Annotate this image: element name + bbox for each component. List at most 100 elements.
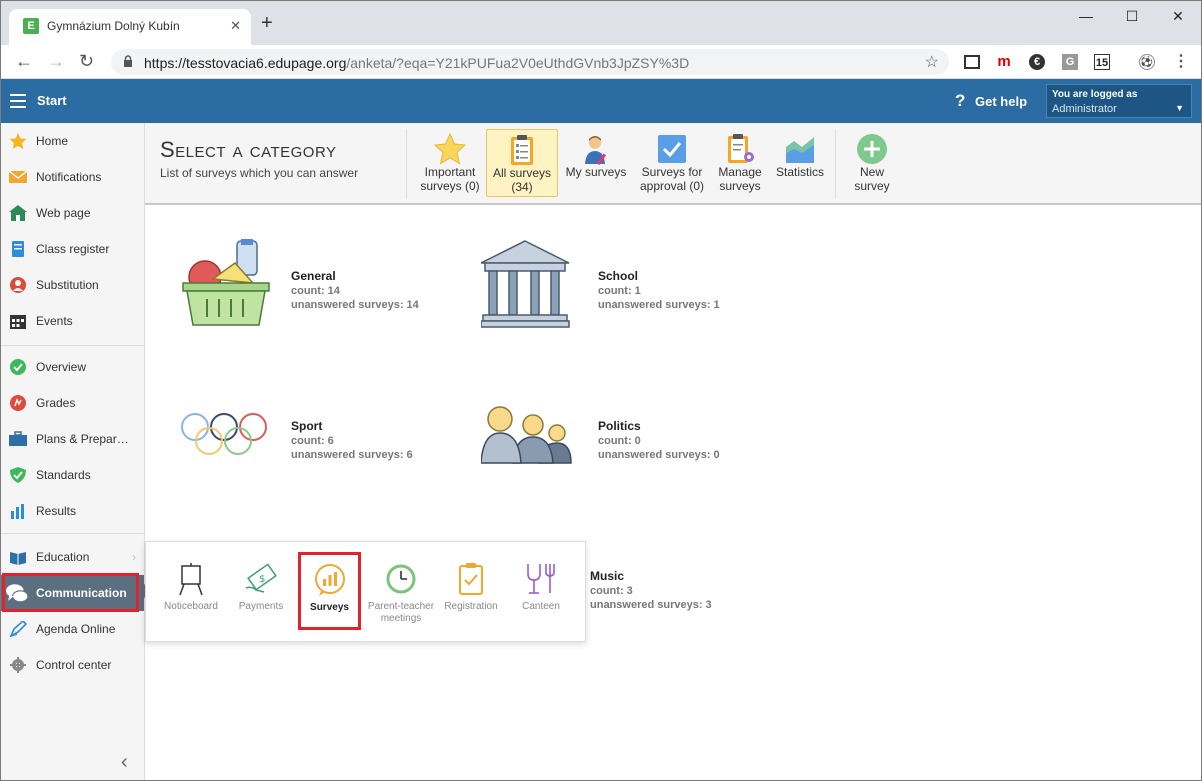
sidebar-item-label: Overview [36,360,87,374]
address-bar[interactable]: https://tesstovacia6.edupage.org/anketa/… [111,49,949,75]
toolbar-label: New [859,165,884,179]
clock-icon [386,564,416,594]
sidebar-item-control-center[interactable]: Control center [1,647,144,683]
category-politics[interactable]: Politics count: 0 unanswered surveys: 0 [481,389,781,485]
user-dropdown[interactable]: You are logged as Administrator ▼ [1046,84,1192,118]
toolbar-label: All surveys [492,166,551,180]
url-host: https://tesstovacia6.edupage.org [144,55,347,71]
edupage-favicon-icon: E [23,18,39,34]
get-help-link[interactable]: Get help [975,94,1027,109]
browser-window: E Gymnázium Dolný Kubín ✕ + — ☐ ✕ ← → ↻ … [0,0,1202,781]
communication-submenu: Noticeboard $ Payments Surveys Parent-te… [145,541,586,642]
clipboard-icon [511,135,533,165]
tab-close-icon[interactable]: ✕ [230,18,241,34]
all-surveys-button[interactable]: All surveys (34) [486,129,558,197]
maximize-icon[interactable]: ☐ [1109,5,1155,27]
open-book-icon [10,552,26,565]
category-general[interactable]: General count: 14 unanswered surveys: 14 [181,239,481,335]
category-count: count: 3 [590,585,633,597]
screenshot-extension-icon[interactable] [964,55,980,69]
my-surveys-button[interactable]: My surveys [561,129,631,197]
sidebar-item-standards[interactable]: Standards [1,457,144,493]
toolbar-label: Important [424,165,476,179]
extension-g-icon[interactable]: G [1062,54,1078,70]
browser-menu-icon[interactable]: ⋮ [1173,54,1189,70]
star-icon [434,133,466,165]
hamburger-menu-icon[interactable] [10,94,26,108]
sidebar-item-events[interactable]: Events [1,303,144,339]
collapse-sidebar-icon[interactable]: ‹ [121,751,128,774]
category-school[interactable]: School count: 1 unanswered surveys: 1 [481,239,781,335]
book-icon [12,241,24,257]
question-icon[interactable]: ? [955,91,965,111]
sidebar-item-home[interactable]: Home [1,123,144,159]
category-unanswered: unanswered surveys: 6 [291,449,413,461]
sidebar-item-notifications[interactable]: Notifications [1,159,144,195]
toolbar-label: survey [854,179,890,193]
sidebar-item-web-page[interactable]: Web page [1,195,144,231]
star-icon [9,133,27,149]
sidebar-item-education[interactable]: Education › [1,539,144,575]
sidebar-item-substitution[interactable]: Substitution [1,267,144,303]
sidebar-item-label: Web page [36,206,91,220]
reload-icon[interactable]: ↻ [79,51,94,71]
toolbar-label: Surveys for [641,165,703,179]
submenu-label: Canteen [522,601,560,612]
manage-surveys-button[interactable]: Manage surveys [713,129,767,197]
sidebar-item-plans[interactable]: Plans & Prepar… [1,421,144,457]
submenu-noticeboard[interactable]: Noticeboard [156,550,226,634]
submenu-parent-teacher-meetings[interactable]: Parent-teacher meetings [366,550,436,634]
sidebar-item-agenda-online[interactable]: Agenda Online [1,611,144,647]
new-tab-icon[interactable]: + [261,13,273,33]
extension-m-icon[interactable]: m [996,54,1012,70]
sidebar-item-label: Education [36,550,90,564]
chevron-right-icon: › [132,550,136,564]
submenu-canteen[interactable]: Canteen [506,550,576,634]
sidebar-divider [1,533,144,534]
url-text: https://tesstovacia6.edupage.org/anketa/… [144,55,689,71]
user-name: Administrator [1052,103,1117,115]
submenu-label: Noticeboard [164,601,218,612]
important-surveys-button[interactable]: Important surveys (0) [415,129,485,197]
extension-ball-icon[interactable]: ⚽ [1139,54,1155,70]
surveys-for-approval-button[interactable]: Surveys for approval (0) [635,129,709,197]
title-bar: E Gymnázium Dolný Kubín ✕ + — ☐ ✕ [1,1,1201,45]
bookmark-star-icon[interactable]: ☆ [925,52,939,72]
sidebar-item-class-register[interactable]: Class register [1,231,144,267]
forward-icon[interactable]: → [47,51,65,71]
sidebar-item-overview[interactable]: Overview [1,349,144,385]
extension-15-icon[interactable]: 15 [1094,54,1110,70]
sidebar-item-label: Class register [36,242,110,256]
new-survey-button[interactable]: New survey [845,129,899,197]
sidebar-item-label: Results [36,504,77,518]
submenu-payments[interactable]: $ Payments [226,550,296,634]
school-building-icon [481,240,570,328]
submenu-label: Parent-teacher [367,601,435,612]
area-chart-icon [786,137,814,163]
statistics-button[interactable]: Statistics [772,129,828,197]
checkbox-icon [658,135,686,163]
pen-icon [9,621,27,637]
back-icon[interactable]: ← [15,51,33,71]
extension-circle-icon[interactable]: € [1029,54,1045,70]
submenu-registration[interactable]: Registration [436,550,506,634]
cutlery-glass-icon [527,564,555,594]
start-link[interactable]: Start [37,93,67,108]
toolbar-label: Statistics [775,165,824,179]
browser-tab[interactable]: E Gymnázium Dolný Kubín ✕ [9,9,251,45]
envelope-icon [9,170,27,183]
sidebar-item-grades[interactable]: Grades [1,385,144,421]
category-unanswered: unanswered surveys: 14 [291,299,419,311]
submenu-surveys[interactable]: Surveys [298,552,361,630]
category-sport[interactable]: Sport count: 6 unanswered surveys: 6 [181,389,481,485]
minimize-icon[interactable]: — [1063,5,1109,27]
grocery-basket-icon [182,239,270,326]
category-name: General [291,269,336,283]
sidebar-item-results[interactable]: Results [1,493,144,529]
sidebar-item-label: Substitution [36,278,99,292]
category-count: count: 1 [598,285,641,297]
window-close-icon[interactable]: ✕ [1155,5,1201,27]
logged-as-label: You are logged as [1052,89,1138,100]
sidebar-item-label: Home [36,134,69,148]
olympic-rings-icon [181,413,267,455]
